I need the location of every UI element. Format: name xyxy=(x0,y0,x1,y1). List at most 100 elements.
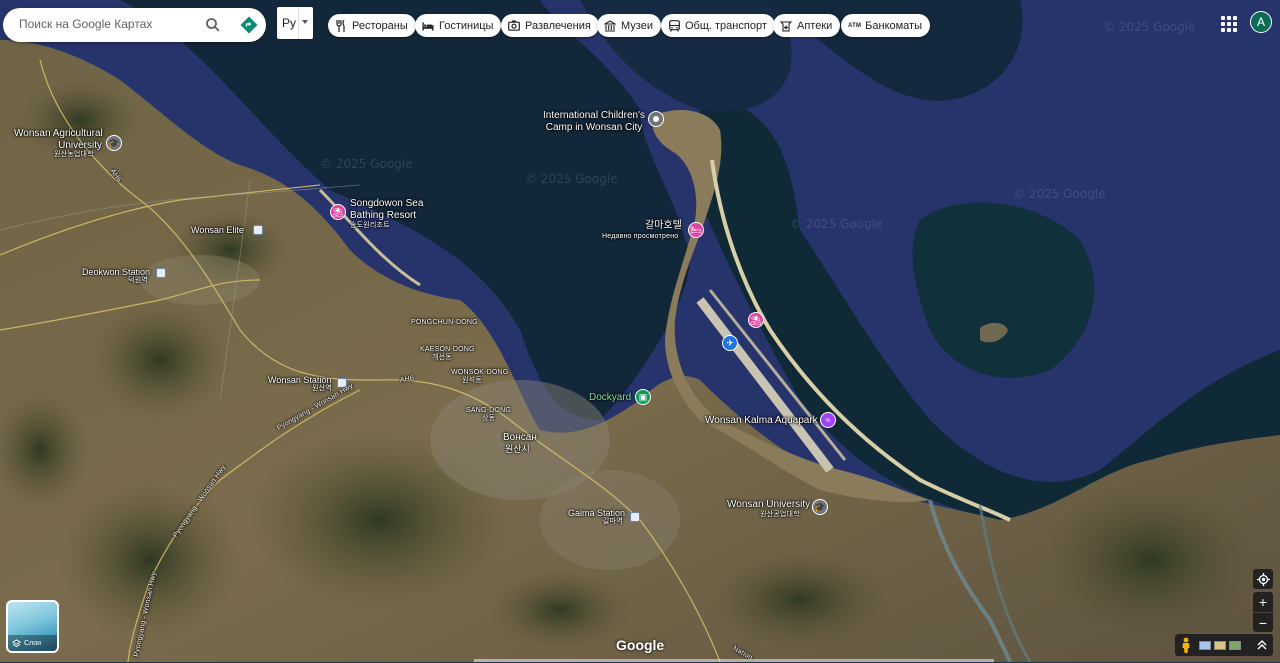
search-input[interactable] xyxy=(19,17,189,31)
apps-grid-icon[interactable] xyxy=(1218,13,1238,33)
imagery-thumbnail-terrain[interactable] xyxy=(1214,641,1226,650)
imagery-thumbnail-map[interactable] xyxy=(1199,641,1211,650)
pegman-icon[interactable] xyxy=(1180,637,1192,653)
chip-transit[interactable]: Общ. транспорт xyxy=(661,14,775,37)
district-label-sang-kr: 상동 xyxy=(482,415,496,422)
layers-icon xyxy=(12,638,21,647)
bed-icon xyxy=(422,20,434,32)
place-marker-kalma-hotel[interactable]: 🛏 xyxy=(688,222,704,238)
directions-button[interactable] xyxy=(239,15,259,35)
place-label-agricultural-university[interactable]: Wonsan Agricultural University xyxy=(14,128,103,151)
place-marker-airport[interactable]: ✈ xyxy=(722,335,738,351)
place-marker-aquapark[interactable]: ≈ xyxy=(820,412,836,428)
caret-down-icon[interactable] xyxy=(302,20,308,24)
satellite-map[interactable] xyxy=(0,0,1280,662)
train-station-icon xyxy=(156,268,166,278)
language-label: Ру xyxy=(282,16,297,30)
place-label-wonsan-university-kr: 원산공업대학 xyxy=(760,511,800,518)
chip-hotels[interactable]: Гостиницы xyxy=(415,14,502,37)
search-box[interactable] xyxy=(3,8,266,42)
divider xyxy=(298,7,299,39)
chip-label: Музеи xyxy=(621,19,653,32)
fork-knife-icon xyxy=(335,19,347,32)
beach-icon: ⛱ xyxy=(750,314,762,325)
city-label-wonsan[interactable]: Вонсан xyxy=(503,432,537,444)
map-watermark: © 2025 Google xyxy=(790,217,883,231)
chip-label: Развлечения xyxy=(525,19,591,32)
bed-icon: 🛏 xyxy=(690,224,702,235)
map-watermark: © 2025 Google xyxy=(1103,20,1196,34)
imagery-thumbnail-satellite[interactable] xyxy=(1229,641,1241,650)
chip-label: Гостиницы xyxy=(439,19,494,32)
place-label-galma-station-kr: 갈마역 xyxy=(603,518,623,525)
minus-icon: − xyxy=(1258,614,1268,631)
place-label-wonsan-university[interactable]: Wonsan University xyxy=(727,499,810,511)
chip-label: Общ. транспорт xyxy=(685,19,767,32)
place-marker-wonsan-university[interactable]: 🎓 xyxy=(812,499,828,515)
chip-atms[interactable]: ATM Банкоматы xyxy=(841,14,931,37)
chip-restaurants[interactable]: Рестораны xyxy=(328,14,416,37)
directions-icon xyxy=(240,16,258,34)
beach-icon: ⛱ xyxy=(332,206,344,217)
place-label-deokwon-station[interactable]: Deokwon Station xyxy=(82,267,150,277)
place-label-kalma-aquapark[interactable]: Wonsan Kalma Aquapark xyxy=(705,415,818,427)
place-marker-dockyard[interactable]: ▣ xyxy=(635,389,651,405)
place-label-childrens-camp[interactable]: International Children's Camp in Wonsan … xyxy=(540,110,648,133)
place-marker-agricultural-university[interactable]: 🎓 xyxy=(106,135,122,151)
district-label-wonsok: WONSOK-DONG xyxy=(451,369,509,376)
district-label-kaeson: KAESON-DONG xyxy=(420,346,475,353)
pin-icon xyxy=(653,116,659,122)
chip-museums[interactable]: Музеи xyxy=(597,14,661,37)
chip-label: Рестораны xyxy=(352,19,408,32)
chip-pharmacies[interactable]: Аптеки xyxy=(773,14,841,37)
place-label-songdowon-resort[interactable]: Songdowon Sea Bathing Resort xyxy=(350,198,423,221)
airplane-icon: ✈ xyxy=(726,337,734,348)
graduation-cap-icon: 🎓 xyxy=(108,137,120,148)
district-label-sang: SANG-DONG xyxy=(466,407,511,414)
place-label-dockyard[interactable]: Dockyard xyxy=(589,392,631,404)
place-label-songdowon-resort-kr: 송도원리조트 xyxy=(350,222,390,229)
zoom-in-button[interactable]: + xyxy=(1253,592,1273,612)
chevron-up-double-icon[interactable] xyxy=(1257,639,1267,651)
pharmacy-icon xyxy=(780,20,792,32)
shop-icon xyxy=(253,225,263,235)
zoom-out-button[interactable]: − xyxy=(1253,612,1273,632)
layers-label: Слои xyxy=(24,639,42,647)
crosshair-icon xyxy=(1256,572,1270,586)
account-avatar[interactable]: A xyxy=(1250,11,1272,33)
place-label-deokwon-station-kr: 덕원역 xyxy=(128,277,148,284)
place-marker-camp[interactable] xyxy=(648,111,664,127)
camera-icon xyxy=(508,20,520,32)
museum-icon xyxy=(604,19,616,32)
search-button[interactable] xyxy=(203,15,223,35)
bus-icon xyxy=(668,19,680,32)
district-label-kaeson-kr: 개선동 xyxy=(432,354,452,361)
place-label-agricultural-university-kr: 원산농업대학 xyxy=(54,151,94,158)
layers-button[interactable]: Слои xyxy=(6,600,59,653)
graduation-cap-icon: 🎓 xyxy=(814,501,826,512)
place-label-wonsan-station[interactable]: Wonsan Station xyxy=(268,375,331,385)
district-label-pongchun: PONGCHUN-DONG xyxy=(411,319,478,326)
language-button[interactable]: Ру xyxy=(277,7,313,39)
place-label-wonsan-station-kr: 원산역 xyxy=(312,385,332,392)
google-logo: Google xyxy=(616,637,665,653)
place-label-kalma-hotel[interactable]: 갈마호텔 xyxy=(645,220,682,232)
map-watermark: © 2025 Google xyxy=(525,172,618,186)
district-label-wonsok-kr: 원석동 xyxy=(462,377,482,384)
my-location-button[interactable] xyxy=(1253,569,1273,589)
place-label-kalma-hotel-recent: Недавно просмотрено xyxy=(602,233,679,240)
map-watermark: © 2025 Google xyxy=(1013,187,1106,201)
place-label-wonsan-elite[interactable]: Wonsan Elite xyxy=(191,225,244,235)
city-label-wonsan-kr: 원산시 xyxy=(505,444,530,454)
atm-icon: ATM xyxy=(848,22,862,29)
train-station-icon xyxy=(630,512,640,522)
shopping-bag-icon: ▣ xyxy=(638,391,648,402)
water-park-icon: ≈ xyxy=(825,414,831,425)
place-marker-beach[interactable]: ⛱ xyxy=(748,312,764,328)
chip-entertainment[interactable]: Развлечения xyxy=(501,14,599,37)
place-label-galma-station[interactable]: Galma Station xyxy=(568,508,625,518)
plus-icon: + xyxy=(1258,594,1268,610)
map-watermark: © 2025 Google xyxy=(320,157,413,171)
chip-label: Банкоматы xyxy=(865,19,923,32)
place-marker-songdowon-resort[interactable]: ⛱ xyxy=(330,204,346,220)
